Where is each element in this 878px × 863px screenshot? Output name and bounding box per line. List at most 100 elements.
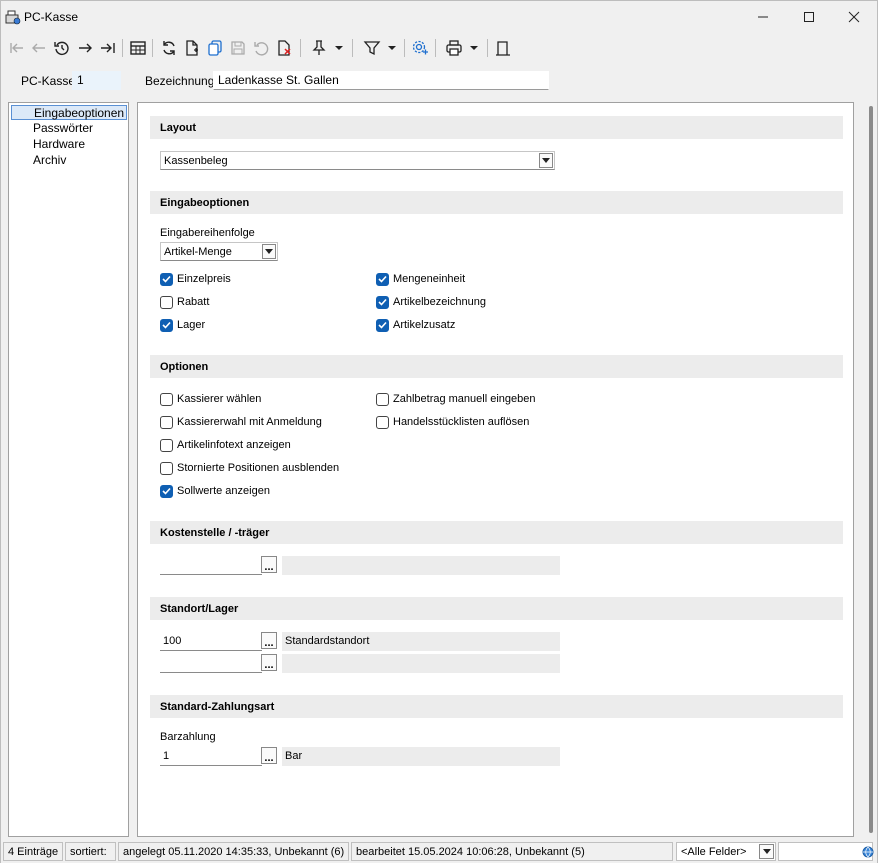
delete-record-button[interactable] (273, 37, 295, 59)
globe-search-icon[interactable] (862, 846, 874, 858)
checkbox-checked-icon (376, 272, 389, 286)
pc-kasse-field[interactable]: 1 (72, 71, 121, 90)
checkbox-lager[interactable]: Lager (160, 317, 205, 333)
toolbar-separator (352, 39, 353, 57)
copy-record-button[interactable] (204, 37, 226, 59)
checkbox-unchecked-icon (376, 392, 389, 406)
status-bar: 4 Einträge sortiert: angelegt 05.11.2020… (1, 839, 877, 863)
status-created: angelegt 05.11.2020 14:35:33, Unbekannt … (118, 842, 349, 861)
toolbar-separator (404, 39, 405, 57)
checkbox-rabatt[interactable]: Rabatt (160, 294, 209, 310)
printer-icon (446, 40, 462, 56)
checkbox-label: Handelsstücklisten auflösen (393, 416, 530, 428)
table-view-button[interactable] (127, 37, 149, 59)
section-header-kostenstelle: Kostenstelle / -träger (150, 521, 843, 544)
checkbox-artikelinfotext[interactable]: Artikelinfotext anzeigen (160, 437, 291, 453)
last-record-icon (101, 43, 115, 53)
close-button[interactable] (831, 1, 877, 33)
arrow-left-icon (32, 43, 45, 53)
history-button[interactable] (51, 37, 73, 59)
chevron-down-icon (335, 46, 343, 50)
checkbox-kassiererwahl-anmeldung[interactable]: Kassiererwahl mit Anmeldung (160, 414, 322, 430)
pin-button[interactable] (308, 37, 330, 59)
previous-record-button[interactable] (28, 37, 50, 59)
lager-lookup-button[interactable]: ... (261, 654, 277, 671)
pin-menu-button[interactable] (332, 37, 346, 59)
table-icon (130, 41, 146, 55)
vertical-scrollbar[interactable] (867, 102, 876, 837)
field-filter-select[interactable]: <Alle Felder> (676, 842, 776, 861)
lager-field[interactable] (160, 654, 262, 673)
checkbox-sollwerte[interactable]: Sollwerte anzeigen (160, 483, 270, 499)
tree-item-eingabeoptionen[interactable]: Eingabeoptionen (11, 105, 127, 120)
checkbox-artikelzusatz[interactable]: Artikelzusatz (376, 317, 455, 333)
status-search-input[interactable] (778, 842, 873, 861)
chevron-down-icon (262, 244, 276, 259)
window-title: PC-Kasse (24, 10, 79, 24)
layout-select-value: Kassenbeleg (164, 155, 228, 167)
tree-item-hardware[interactable]: Hardware (11, 137, 127, 152)
minimize-button[interactable] (740, 1, 786, 33)
tree-item-passwoerter[interactable]: Passwörter (11, 121, 127, 136)
scrollbar-thumb[interactable] (869, 106, 873, 833)
kostenstelle-lookup-button[interactable]: ... (261, 556, 277, 573)
delete-document-icon (278, 40, 291, 56)
filter-menu-button[interactable] (385, 37, 399, 59)
checkbox-artikelbezeichnung[interactable]: Artikelbezeichnung (376, 294, 486, 310)
tree-item-archiv[interactable]: Archiv (11, 153, 127, 168)
standort-field[interactable]: 100 (160, 632, 262, 651)
toolbar-separator (487, 39, 488, 57)
exit-button[interactable] (492, 37, 514, 59)
checkbox-stornierte-positionen[interactable]: Stornierte Positionen ausblenden (160, 460, 339, 476)
eingabereihenfolge-label: Eingabereihenfolge (160, 227, 255, 239)
print-menu-button[interactable] (467, 37, 481, 59)
checkbox-unchecked-icon (160, 295, 173, 309)
chevron-down-icon (759, 844, 774, 859)
filter-icon (363, 41, 381, 56)
first-record-button[interactable] (6, 37, 28, 59)
save-button[interactable] (227, 37, 249, 59)
refresh-button[interactable] (158, 37, 180, 59)
kostenstelle-field[interactable] (160, 556, 262, 575)
checkbox-kassierer-waehlen[interactable]: Kassierer wählen (160, 391, 261, 407)
toolbar-separator (435, 39, 436, 57)
new-document-icon (186, 40, 198, 56)
maximize-icon (804, 12, 814, 22)
window: PC-Kasse PC-Kasse 1 Bezeichnung Ladenkas… (0, 0, 878, 863)
status-edited: bearbeitet 15.05.2024 10:06:28, Unbekann… (351, 842, 673, 861)
checkbox-zahlbetrag-manuell[interactable]: Zahlbetrag manuell eingeben (376, 391, 536, 407)
undo-button[interactable] (250, 37, 272, 59)
settings-button[interactable] (409, 37, 431, 59)
lager-description (282, 654, 560, 673)
title-bar: PC-Kasse (1, 1, 877, 33)
refresh-icon (163, 41, 175, 55)
standort-description: Standardstandort (282, 632, 560, 651)
eingabereihenfolge-value: Artikel-Menge (164, 246, 232, 258)
section-header-eingabeoptionen: Eingabeoptionen (150, 191, 843, 214)
new-record-button[interactable] (181, 37, 203, 59)
checkbox-label: Einzelpreis (177, 273, 231, 285)
barzahlung-lookup-button[interactable]: ... (261, 747, 277, 764)
copy-icon (208, 40, 222, 56)
checkbox-unchecked-icon (160, 392, 173, 406)
filter-button[interactable] (361, 37, 383, 59)
eingabereihenfolge-select[interactable]: Artikel-Menge (160, 242, 278, 261)
checkbox-mengeneinheit[interactable]: Mengeneinheit (376, 271, 465, 287)
next-record-button[interactable] (74, 37, 96, 59)
close-icon (848, 11, 860, 23)
navigation-tree: Eingabeoptionen Passwörter Hardware Arch… (8, 102, 129, 837)
checkbox-label: Artikelbezeichnung (393, 296, 486, 308)
layout-select[interactable]: Kassenbeleg (160, 151, 555, 170)
checkbox-checked-icon (376, 295, 389, 309)
last-record-button[interactable] (97, 37, 119, 59)
checkbox-unchecked-icon (160, 461, 173, 475)
checkbox-einzelpreis[interactable]: Einzelpreis (160, 271, 231, 287)
bezeichnung-field[interactable]: Ladenkasse St. Gallen (213, 71, 549, 90)
print-button[interactable] (443, 37, 465, 59)
save-icon (231, 41, 245, 55)
maximize-button[interactable] (786, 1, 832, 33)
minimize-icon (758, 16, 768, 18)
barzahlung-field[interactable]: 1 (160, 747, 262, 766)
checkbox-handelsstuecklisten[interactable]: Handelsstücklisten auflösen (376, 414, 529, 430)
standort-lookup-button[interactable]: ... (261, 632, 277, 649)
